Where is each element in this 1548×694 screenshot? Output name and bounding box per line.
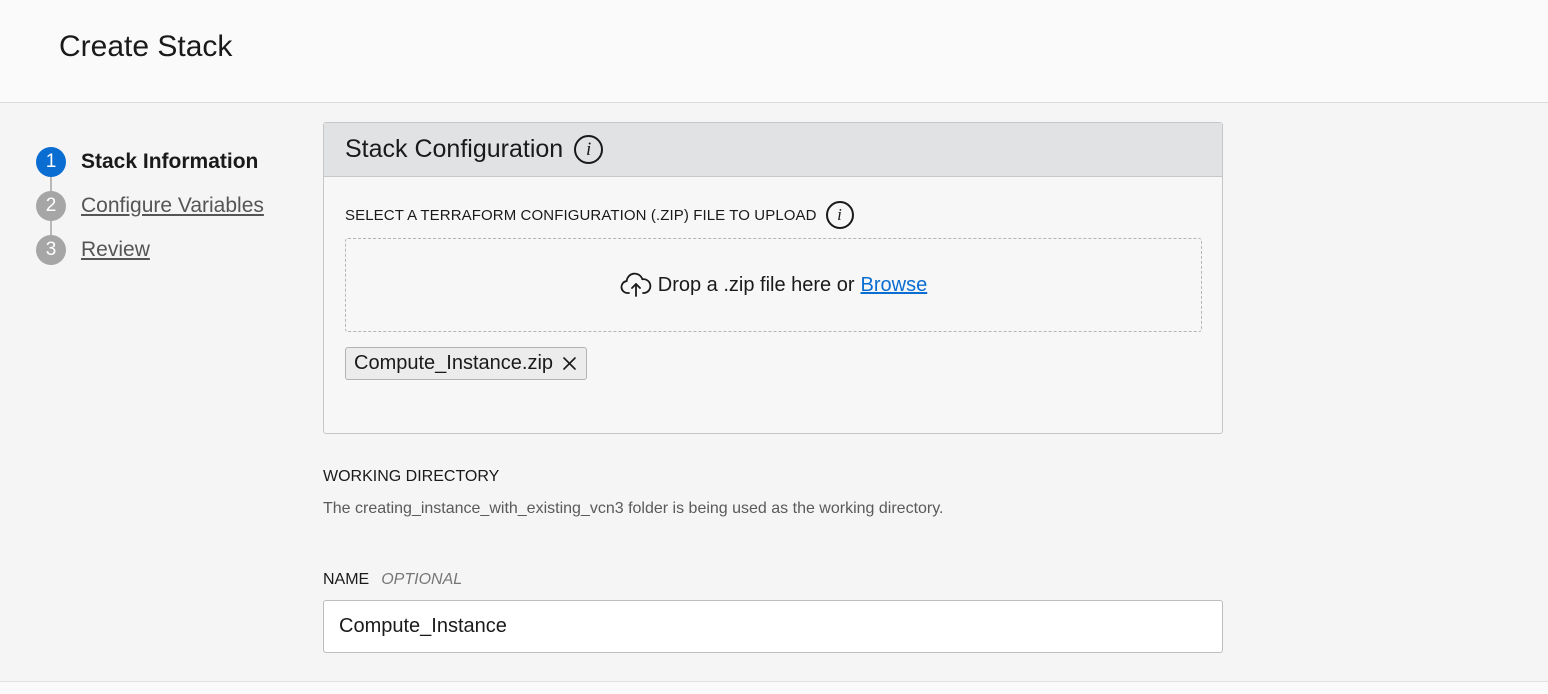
file-dropzone[interactable]: Drop a .zip file here or Browse <box>345 238 1202 332</box>
working-directory-label: WORKING DIRECTORY <box>323 468 500 485</box>
step-link[interactable]: Review <box>81 238 150 262</box>
page-title: Create Stack <box>59 30 233 63</box>
info-icon[interactable]: i <box>574 135 604 164</box>
step-label: Stack Information <box>81 150 259 173</box>
step-configure-variables[interactable]: 2 Configure Variables <box>36 191 264 221</box>
step-link[interactable]: Configure Variables <box>81 194 264 218</box>
name-label-text: NAME <box>323 571 370 588</box>
panel-header: Stack Configuration i <box>324 123 1222 177</box>
optional-tag: OPTIONAL <box>381 571 463 588</box>
step-number-badge: 2 <box>36 191 66 221</box>
info-icon[interactable]: i <box>825 201 854 229</box>
step-review[interactable]: 3 Review <box>36 235 150 265</box>
cloud-upload-icon <box>620 272 652 298</box>
uploaded-file-chip: Compute_Instance.zip <box>345 347 588 380</box>
step-stack-information[interactable]: 1 Stack Information <box>36 147 258 177</box>
upload-field-label: SELECT A TERRAFORM CONFIGURATION (.ZIP) … <box>345 201 854 229</box>
footer-divider <box>0 681 1548 694</box>
close-icon[interactable] <box>563 357 576 370</box>
page-header: Create Stack <box>0 0 1548 103</box>
name-field-label: NAME OPTIONAL <box>323 571 462 589</box>
panel-title: Stack Configuration <box>345 135 564 163</box>
step-number-badge: 1 <box>36 147 66 177</box>
working-directory-description: The creating_instance_with_existing_vcn3… <box>323 500 944 517</box>
dropzone-text: Drop a .zip file here or <box>657 273 855 296</box>
browse-link[interactable]: Browse <box>861 274 928 297</box>
step-number-badge: 3 <box>36 235 66 265</box>
stack-configuration-panel: Stack Configuration i SELECT A TERRAFORM… <box>323 122 1223 434</box>
upload-label-text: SELECT A TERRAFORM CONFIGURATION (.ZIP) … <box>345 206 817 224</box>
stack-name-input[interactable] <box>323 600 1223 653</box>
uploaded-file-name: Compute_Instance.zip <box>354 352 554 374</box>
